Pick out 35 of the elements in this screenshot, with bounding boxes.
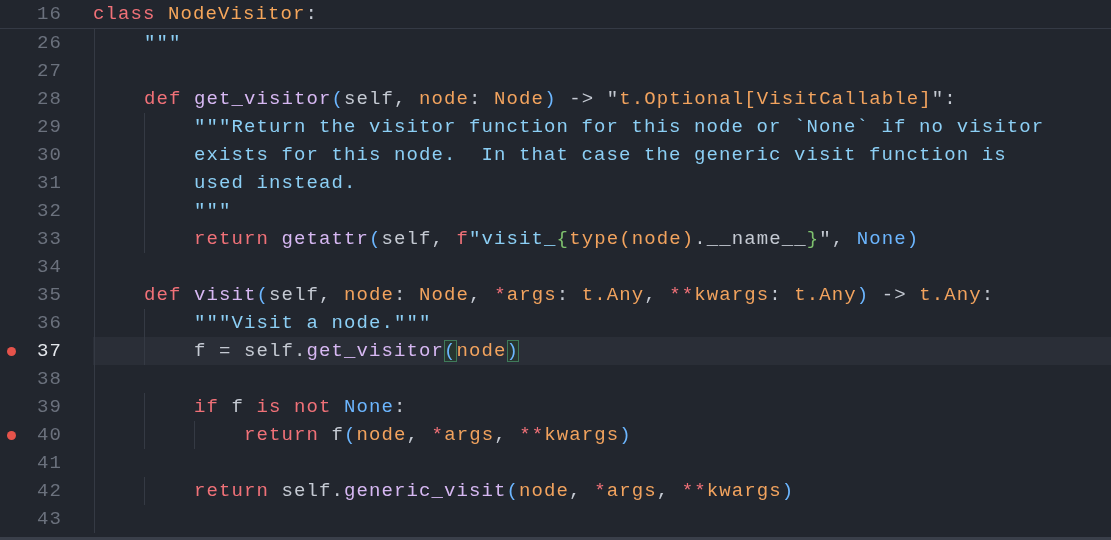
line-number: 37 (37, 339, 62, 364)
code-line: def visit(self, node: Node, *args: t.Any, **kwargs: t.Any) -> t.Any: (143, 284, 995, 306)
line-number: 29 (37, 115, 62, 140)
code-line: """ (193, 200, 232, 222)
line-number: 43 (37, 507, 62, 532)
line-number: 28 (37, 87, 62, 112)
code-line: exists for this node. In that case the generic visit function is (193, 144, 1007, 166)
line-number: 36 (37, 311, 62, 336)
line-number: 33 (37, 227, 62, 252)
line-number: 40 (37, 423, 62, 448)
code-line: class NodeVisitor: (93, 2, 320, 27)
line-number: 27 (37, 59, 62, 84)
line-number: 41 (37, 451, 62, 476)
code-line: """Return the visitor function for this node or `None` if no visitor (193, 116, 1045, 138)
code-line: used instead. (193, 172, 357, 194)
line-number: 39 (37, 395, 62, 420)
line-number: 16 (37, 2, 62, 27)
code-line: return self.generic_visit(node, *args, **kwargs) (193, 480, 795, 502)
code-line: return getattr(self, f"visit_{type(node).__name__}", None) (193, 228, 920, 250)
line-number: 30 (37, 143, 62, 168)
code-line: f = self.get_visitor(node) (193, 340, 520, 362)
line-number: 42 (37, 479, 62, 504)
breakpoint-dot[interactable] (7, 347, 16, 356)
line-number: 32 (37, 199, 62, 224)
code-line: return f(node, *args, **kwargs) (243, 424, 632, 446)
breakpoint-dot[interactable] (7, 431, 16, 440)
line-number: 26 (37, 31, 62, 56)
code-line: """Visit a node.""" (193, 312, 432, 334)
code-line: """ (143, 32, 182, 54)
code-line: if f is not None: (193, 396, 407, 418)
code-line: def get_visitor(self, node: Node) -> "t.Optional[VisitCallable]": (143, 88, 957, 110)
line-number: 38 (37, 367, 62, 392)
line-number: 35 (37, 283, 62, 308)
line-number: 31 (37, 171, 62, 196)
line-number: 34 (37, 255, 62, 280)
